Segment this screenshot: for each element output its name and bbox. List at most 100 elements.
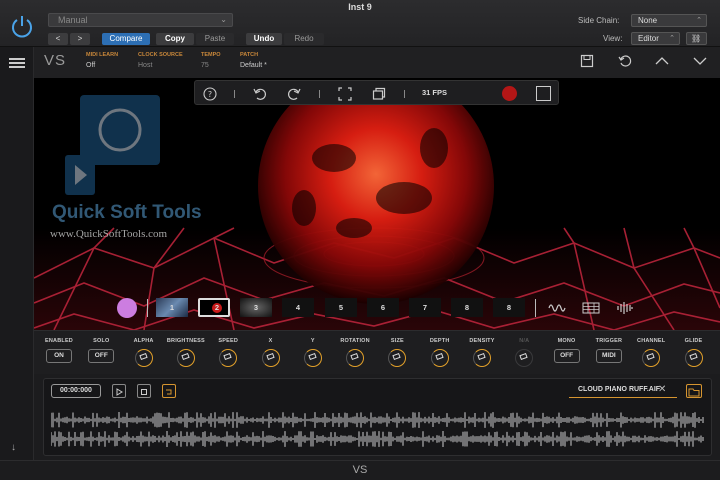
undo-icon[interactable] [253, 87, 267, 101]
patch-number: 1 [169, 303, 175, 312]
folder-icon[interactable] [686, 384, 702, 398]
patch-slot[interactable]: 7 [409, 298, 441, 317]
compare-button[interactable]: Compare [102, 33, 150, 45]
modulation-icon [435, 352, 444, 361]
patch-slot[interactable]: 6 [367, 298, 399, 317]
grid-icon[interactable] [582, 301, 600, 315]
arrow-down-icon[interactable]: ↓ [11, 442, 16, 453]
patch-slot[interactable]: 5 [325, 298, 357, 317]
knob[interactable] [261, 349, 280, 367]
view-value: Editor [638, 34, 659, 43]
knob[interactable] [684, 349, 703, 367]
toggle-button[interactable]: OFF [553, 349, 580, 363]
undo-button[interactable]: Undo [246, 33, 282, 45]
svg-text:?: ? [208, 90, 212, 99]
patch-number: 6 [380, 303, 386, 312]
control-rotation: ROTATION [335, 338, 375, 367]
knob[interactable] [473, 349, 491, 367]
clock-source-value[interactable]: Host [138, 62, 152, 69]
window-title: Inst 9 [348, 2, 372, 12]
window-icon[interactable] [372, 87, 386, 101]
control-label: SIZE [390, 338, 404, 344]
clock-source-label: CLOCK SOURCE [138, 52, 183, 58]
modulation-icon [265, 352, 275, 361]
watermark-brand: Quick Soft Tools [52, 202, 202, 223]
patch-slot[interactable]: 8 [493, 298, 525, 317]
loop-button[interactable] [162, 384, 176, 398]
toggle-button[interactable]: OFF [88, 349, 115, 363]
patch-slot-selected[interactable]: 2 [198, 298, 230, 317]
power-icon[interactable] [9, 13, 35, 39]
save-icon[interactable] [580, 54, 594, 68]
copy-button[interactable]: Copy [156, 33, 194, 45]
modulation-icon [519, 352, 528, 361]
next-preset-button[interactable]: > [70, 33, 90, 45]
side-chain-select[interactable]: None ⌃ [631, 14, 707, 27]
revert-icon[interactable] [618, 54, 632, 68]
toggle-button[interactable]: MIDI [595, 349, 622, 363]
close-icon[interactable]: ✕ [658, 384, 666, 395]
modulation-icon [138, 352, 148, 361]
play-icon [116, 388, 123, 396]
chevron-updown-icon: ⌃ [696, 17, 702, 24]
midi-learn-label: MIDI LEARN [86, 52, 119, 58]
knob[interactable] [642, 349, 661, 367]
control-label: DEPTH [429, 338, 450, 344]
stop-button[interactable] [536, 86, 551, 101]
watermark-logo [65, 95, 160, 195]
prev-preset-button[interactable]: < [48, 33, 68, 45]
paste-button[interactable]: Paste [196, 33, 234, 45]
link-button[interactable]: ⛓ [686, 32, 707, 45]
control-label: GLIDE [684, 338, 703, 344]
control-label: CHANNEL [637, 338, 666, 344]
waveform-left-channel[interactable] [51, 412, 705, 428]
visualizer-toolbar: ? 31 FPS [194, 80, 559, 105]
stop-audio-button[interactable] [137, 384, 151, 398]
color-swatch[interactable] [117, 298, 137, 318]
knob[interactable] [134, 349, 153, 367]
preset-dropdown[interactable]: Manual ⌄ [48, 13, 233, 27]
chevron-down-icon[interactable] [693, 54, 707, 68]
toggle-button[interactable]: ON [46, 349, 72, 363]
record-button[interactable] [502, 86, 517, 101]
patch-value[interactable]: Default * [240, 62, 267, 69]
hamburger-menu-icon[interactable] [9, 58, 25, 68]
control-label: X [268, 338, 273, 344]
patch-slot[interactable]: 1 [156, 298, 188, 317]
modulation-icon [350, 352, 359, 361]
knob[interactable] [388, 349, 407, 367]
bars-icon[interactable] [616, 301, 634, 315]
patch-number: 2 [212, 303, 222, 313]
knob[interactable] [176, 349, 195, 367]
patch-slot[interactable]: 3 [240, 298, 272, 317]
tempo-value[interactable]: 75 [201, 62, 209, 69]
control-solo: SOLO OFF [81, 338, 121, 363]
redo-button[interactable]: Redo [284, 33, 324, 45]
waveform-right-channel[interactable] [51, 431, 705, 447]
knob[interactable] [219, 349, 238, 367]
view-select[interactable]: Editor ⌃ [631, 32, 680, 45]
toolbar-divider [404, 90, 405, 98]
control-speed: SPEED [208, 338, 248, 367]
patch-slot[interactable]: 8 [451, 298, 483, 317]
play-button[interactable] [112, 384, 126, 398]
toolbar-divider [319, 90, 320, 98]
chevron-up-icon[interactable] [655, 54, 669, 68]
control-mono: MONO OFF [547, 338, 587, 363]
side-chain-label: Side Chain: [578, 16, 620, 25]
waveform-icon[interactable] [548, 301, 566, 315]
help-icon[interactable]: ? [203, 87, 217, 101]
knob[interactable] [303, 349, 322, 367]
control-label: MONO [557, 338, 576, 344]
patch-divider [535, 299, 536, 317]
toolbar-divider [234, 90, 235, 98]
patch-number: 5 [338, 303, 344, 312]
knob[interactable] [430, 349, 449, 367]
control-label: ROTATION [340, 338, 370, 344]
redo-icon[interactable] [287, 87, 301, 101]
knob[interactable] [346, 349, 365, 367]
midi-learn-value[interactable]: Off [86, 62, 95, 69]
patch-number: 4 [295, 303, 301, 312]
patch-slot[interactable]: 4 [282, 298, 314, 317]
fullscreen-icon[interactable] [338, 87, 352, 101]
